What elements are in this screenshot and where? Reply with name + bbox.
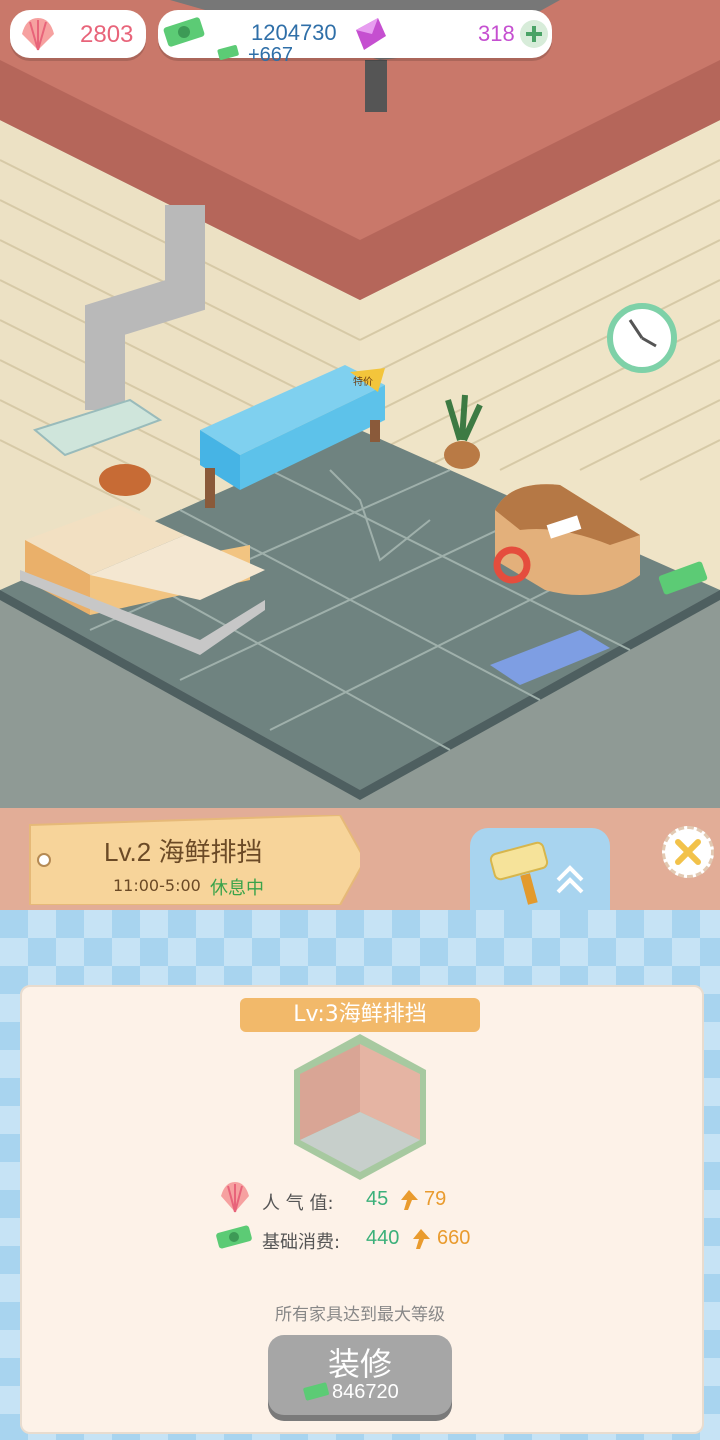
cash-rate-icon <box>217 45 239 60</box>
max-level-note: 所有家具达到最大等级 <box>275 1305 445 1325</box>
popularity-current: 45 <box>366 1188 389 1210</box>
next-level-title: Lv:3海鲜排挡 <box>240 998 480 1032</box>
restaurant-scene[interactable]: 特价 <box>0 0 720 810</box>
close-icon <box>675 839 701 865</box>
base-spend-current: 440 <box>366 1227 400 1249</box>
gem-count: 318 <box>478 21 515 46</box>
wall-clock-icon <box>607 303 677 373</box>
renovate-button[interactable]: 装修 846720 <box>268 1335 452 1415</box>
cash-icon <box>163 17 205 47</box>
current-level: Lv.2 <box>104 837 152 867</box>
opening-hours: 11:00-5:00 <box>113 876 201 895</box>
renovate-tab[interactable] <box>470 828 610 918</box>
base-spend-next: 660 <box>437 1227 471 1249</box>
cash-amount: 1204730 <box>251 20 337 45</box>
current-level-title: Lv.2 海鲜排挡 <box>104 832 262 869</box>
add-gems-button[interactable] <box>520 20 548 48</box>
arrow-up-icon <box>401 1190 418 1210</box>
room-preview-icon <box>294 1034 426 1180</box>
sale-badge: 特价 <box>353 376 373 388</box>
plus-icon <box>526 26 542 42</box>
cost-cash-icon <box>303 1382 329 1401</box>
shop-status: 休息中 <box>210 878 264 899</box>
arrow-up-icon <box>413 1229 430 1249</box>
popularity-next: 79 <box>424 1188 447 1210</box>
base-spend-label: 基础消费: <box>262 1232 341 1253</box>
currency-bar: 1204730 +667 318 <box>158 10 552 66</box>
close-button[interactable] <box>662 826 714 878</box>
shell-count: 2803 <box>80 21 134 48</box>
paint-roller-icon <box>489 841 584 905</box>
popularity-shell-icon <box>221 1182 249 1213</box>
cash-rate: +667 <box>248 44 294 66</box>
base-spend-cash-icon <box>216 1225 252 1249</box>
renovate-label: 装修 <box>327 1345 392 1383</box>
popularity-label: 人 气 值: <box>262 1193 334 1214</box>
restaurant-name: 海鲜排挡 <box>158 837 263 867</box>
shell-counter[interactable]: 2803 <box>10 10 146 58</box>
gem-icon <box>356 18 386 50</box>
renovate-cost: 846720 <box>332 1381 399 1403</box>
shell-icon <box>22 18 54 51</box>
